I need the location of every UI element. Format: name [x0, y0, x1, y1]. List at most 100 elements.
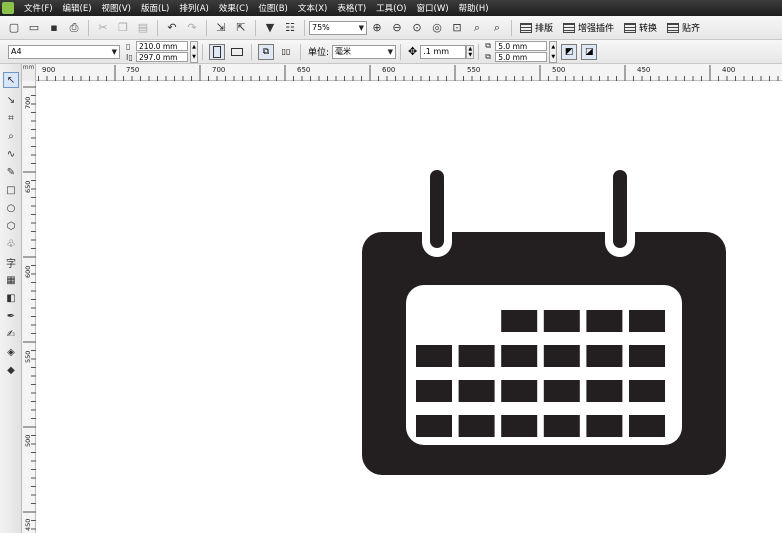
interactive-fill-tool-icon[interactable]: ◆ [3, 362, 19, 378]
redo-icon[interactable]: ↷ [184, 20, 200, 36]
unit-select[interactable]: 毫米 ▼ [332, 44, 397, 59]
portrait-button[interactable] [209, 43, 225, 60]
all-pages-button[interactable]: ⧉ [258, 43, 274, 60]
calendar-ring-left[interactable] [430, 170, 444, 248]
freehand-tool-icon[interactable]: ∿ [3, 146, 19, 162]
export-icon[interactable]: ⇱ [233, 20, 249, 36]
print-icon[interactable]: ⎙ [66, 20, 82, 36]
undo-icon[interactable]: ↶ [164, 20, 180, 36]
interactive-blend-tool-icon[interactable]: ◧ [3, 290, 19, 306]
calendar-day-cell[interactable] [501, 415, 538, 437]
table-tool-icon[interactable]: ▦ [3, 272, 19, 288]
calendar-day-cell[interactable] [543, 310, 580, 332]
current-page-button[interactable]: ▯▯ [278, 44, 294, 60]
menu-arrange[interactable]: 排列(A) [179, 2, 208, 14]
outline-pen-tool-icon[interactable]: ✍ [3, 326, 19, 342]
snap-to-button[interactable]: 贴齐 [667, 21, 700, 34]
smart-fill-tool-icon[interactable]: ✎ [3, 164, 19, 180]
calendar-icon-artwork[interactable] [36, 81, 782, 533]
open-folder-icon[interactable]: ▭ [26, 20, 42, 36]
copy-icon[interactable]: ❐ [115, 20, 131, 36]
zoom-height-icon[interactable]: ⌕ [489, 20, 505, 36]
menu-window[interactable]: 窗口(W) [417, 2, 449, 14]
enhance-plugin-button[interactable]: 增强插件 [563, 21, 614, 34]
rectangle-tool-icon[interactable]: □ [3, 182, 19, 198]
page-size-select[interactable]: A4 ▼ [8, 44, 120, 59]
calendar-day-cell[interactable] [501, 310, 538, 332]
application-launcher-icon[interactable]: ▼ [262, 20, 278, 36]
drawing-canvas[interactable] [36, 81, 782, 533]
fill-tool-icon[interactable]: ◈ [3, 344, 19, 360]
calendar-day-cell[interactable] [416, 415, 452, 437]
calendar-day-cell[interactable] [543, 345, 580, 367]
calendar-day-cell[interactable] [458, 345, 495, 367]
calendar-day-cell[interactable] [501, 380, 538, 402]
treat-as-filled-button[interactable]: ◩ [561, 43, 578, 60]
page-height-field[interactable]: 297.0 mm [136, 52, 188, 62]
calendar-day-cell[interactable] [543, 415, 580, 437]
menu-table[interactable]: 表格(T) [337, 2, 366, 14]
calendar-day-cell[interactable] [458, 380, 495, 402]
calendar-day-cell[interactable] [586, 380, 623, 402]
nudge-distance-field[interactable]: .1 mm [420, 44, 467, 59]
calendar-day-cell[interactable] [501, 345, 538, 367]
menu-file[interactable]: 文件(F) [24, 2, 53, 14]
menu-effects[interactable]: 效果(C) [219, 2, 249, 14]
calendar-day-cell[interactable] [586, 415, 623, 437]
calendar-day-cell[interactable] [629, 310, 665, 332]
page-width-field[interactable]: 210.0 mm [136, 41, 188, 51]
shape-tool-icon[interactable]: ↘ [3, 92, 19, 108]
pick-tool-icon[interactable]: ↖ [3, 72, 19, 88]
save-icon[interactable]: ▪ [46, 20, 62, 36]
calendar-day-cell[interactable] [543, 380, 580, 402]
menu-bitmaps[interactable]: 位图(B) [258, 2, 287, 14]
cut-icon[interactable]: ✂ [95, 20, 111, 36]
calendar-day-cell[interactable] [586, 345, 623, 367]
ellipse-tool-icon[interactable]: ○ [3, 200, 19, 216]
landscape-button[interactable] [229, 44, 245, 60]
layout-plugin-button[interactable]: 排版 [520, 21, 553, 34]
zoom-level-select[interactable]: 75% ▼ [309, 20, 367, 35]
horizontal-ruler[interactable]: 900 750 700 650 600 550 500 450 400 [22, 64, 782, 81]
zoom-tool-icon[interactable]: ⌕ [3, 128, 19, 144]
convert-button[interactable]: 转换 [624, 21, 657, 34]
calendar-day-cell[interactable] [458, 415, 495, 437]
calendar-day-cell[interactable] [629, 415, 665, 437]
menu-tools[interactable]: 工具(O) [376, 2, 406, 14]
calendar-day-cell[interactable] [629, 380, 665, 402]
zoom-width-icon[interactable]: ⌕ [469, 20, 485, 36]
eyedropper-tool-icon[interactable]: ✒ [3, 308, 19, 324]
menu-layout[interactable]: 版面(L) [141, 2, 169, 14]
duplicate-x-field[interactable]: 5.0 mm [495, 41, 548, 51]
calendar-day-cell[interactable] [416, 380, 452, 402]
calendar-day-cell[interactable] [416, 345, 452, 367]
new-file-icon[interactable]: ▢ [6, 20, 22, 36]
menu-help[interactable]: 帮助(H) [459, 2, 489, 14]
zoom-all-icon[interactable]: ◎ [429, 20, 445, 36]
paste-icon[interactable]: ▤ [135, 20, 151, 36]
menu-text[interactable]: 文本(X) [298, 2, 327, 14]
zoom-in-icon[interactable]: ⊕ [369, 20, 385, 36]
import-icon[interactable]: ⇲ [213, 20, 229, 36]
duplicate-spinner[interactable]: ▲ ▼ [549, 40, 558, 63]
nudge-spinner[interactable]: ▲ ▼ [466, 44, 475, 59]
vertical-ruler[interactable]: 700 650 600 550 500 450 [22, 81, 36, 533]
crop-tool-icon[interactable]: ⌗ [3, 110, 19, 126]
duplicate-y-field[interactable]: 5.0 mm [495, 52, 548, 62]
ruler-origin[interactable]: mm [22, 64, 36, 81]
polygon-tool-icon[interactable]: ⬡ [3, 218, 19, 234]
draw-behind-button[interactable]: ◪ [581, 43, 598, 60]
basic-shapes-tool-icon[interactable]: ♧ [3, 236, 19, 252]
calendar-day-cell[interactable] [629, 345, 665, 367]
menu-view[interactable]: 视图(V) [102, 2, 131, 14]
calendar-icon[interactable] [362, 170, 726, 475]
calendar-day-cell[interactable] [586, 310, 623, 332]
text-tool-icon[interactable]: 字 [3, 254, 19, 270]
zoom-page-icon[interactable]: ⊡ [449, 20, 465, 36]
calendar-ring-right[interactable] [613, 170, 627, 248]
welcome-screen-icon[interactable]: ☷ [282, 20, 298, 36]
zoom-out-icon[interactable]: ⊖ [389, 20, 405, 36]
dimension-spinner[interactable]: ▲ ▼ [190, 40, 198, 63]
menu-edit[interactable]: 编辑(E) [63, 2, 92, 14]
zoom-selected-icon[interactable]: ⊙ [409, 20, 425, 36]
